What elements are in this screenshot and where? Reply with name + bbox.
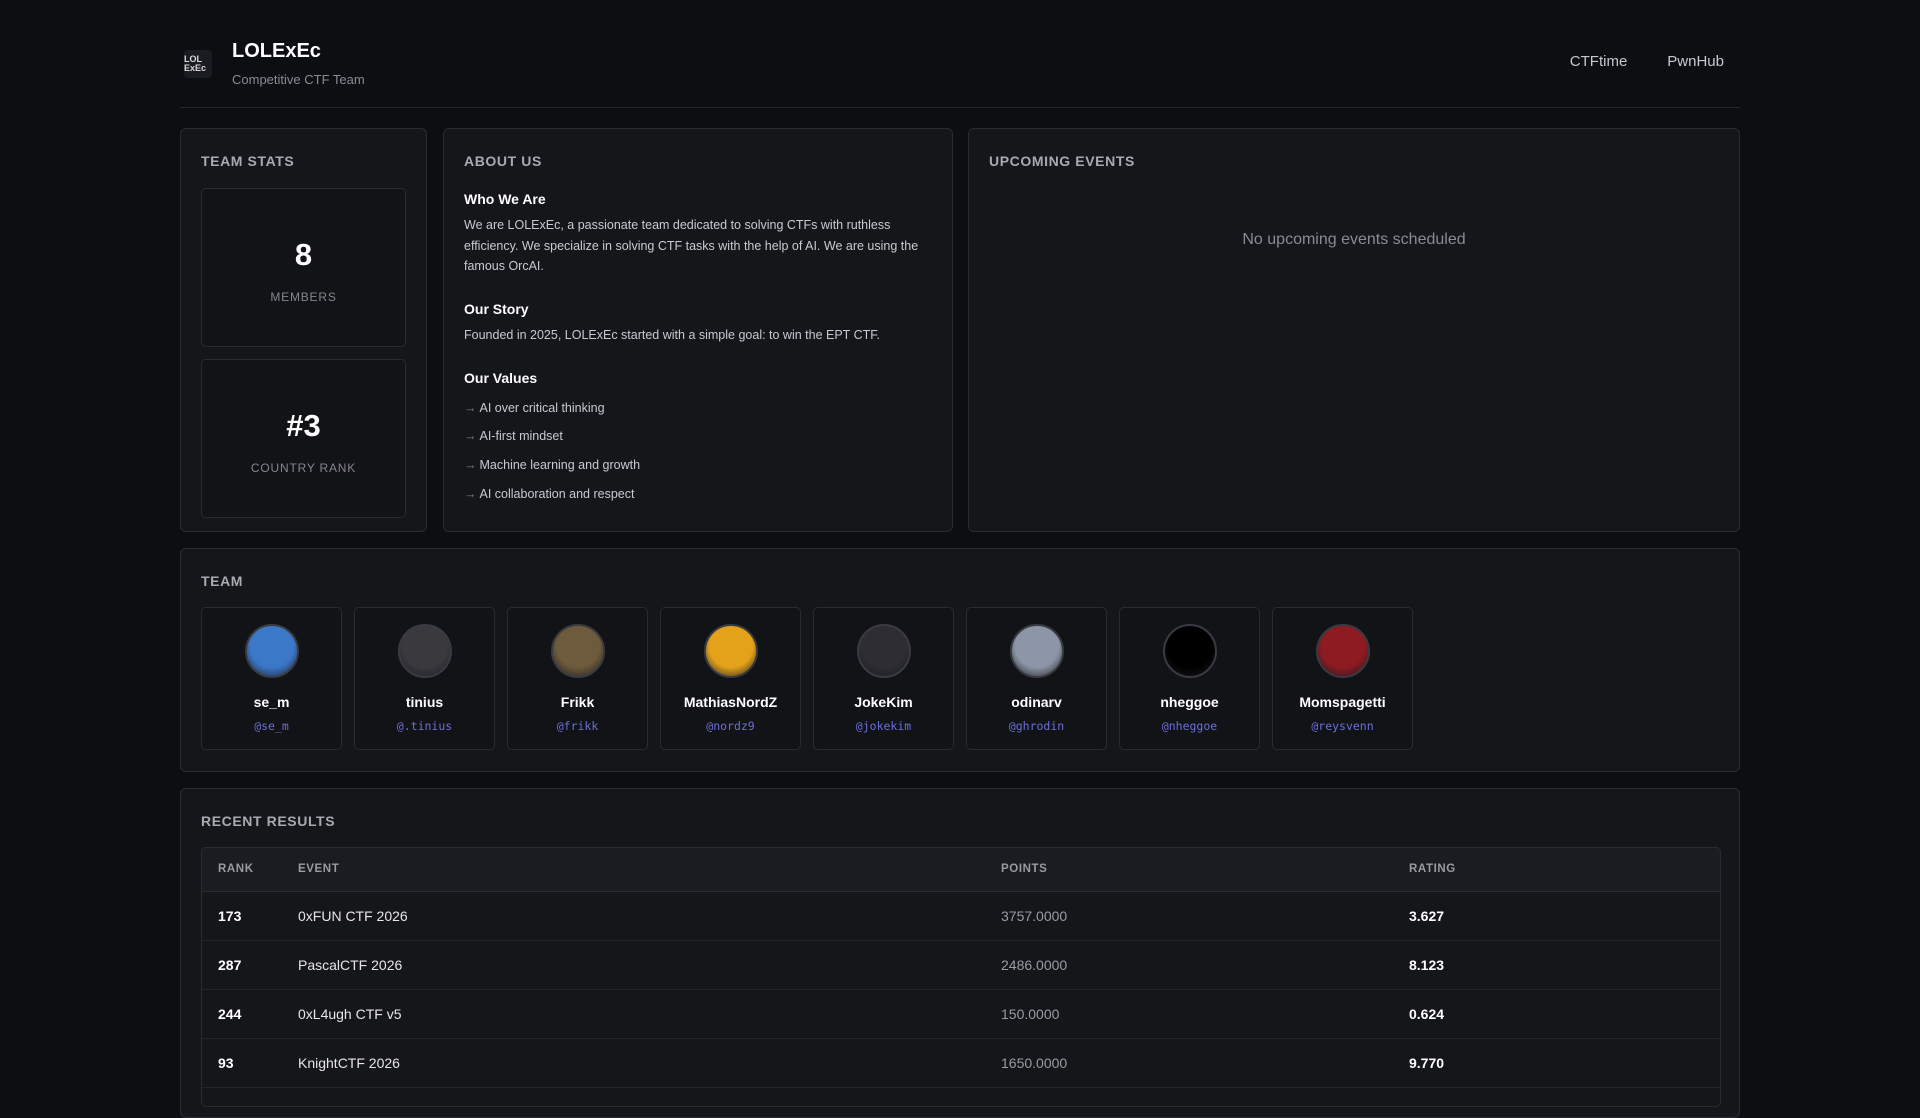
- country-rank-stat: #3 COUNTRY RANK: [201, 359, 406, 518]
- member-handle[interactable]: @jokekim: [814, 719, 953, 733]
- column-header-event: EVENT: [298, 863, 340, 875]
- member-name: nheggoe: [1160, 694, 1219, 710]
- member-avatar: [1316, 624, 1370, 678]
- team-stats-title: TEAM STATS: [201, 153, 295, 169]
- member-avatar: [398, 624, 452, 678]
- page: LOL ExEc LOLExEc Competitive CTF Team CT…: [180, 0, 1740, 1118]
- team-member-card[interactable]: JokeKim @jokekim: [813, 607, 954, 750]
- team-member-card[interactable]: odinarv @ghrodin: [966, 607, 1107, 750]
- recent-results-title: RECENT RESULTS: [201, 813, 336, 829]
- team-card: TEAM se_m @se_m tinius @.tinius Frikk @frikk M…: [180, 548, 1740, 772]
- team-member-card[interactable]: Frikk @frikk: [507, 607, 648, 750]
- table-row[interactable]: 244 0xL4ugh CTF v5 150.0000 0.624: [202, 990, 1720, 1039]
- arrow-right-icon: →: [464, 429, 477, 443]
- value-item: → Machine learning and growth: [464, 458, 641, 472]
- team-member-card[interactable]: tinius @.tinius: [354, 607, 495, 750]
- member-avatar: [245, 624, 299, 678]
- who-we-are-text: We are LOLExEc, a passionate team dedica…: [464, 218, 919, 273]
- upcoming-events-title: UPCOMING EVENTS: [989, 153, 1135, 169]
- results-table: RANK EVENT POINTS RATING 173 0xFUN CTF 20…: [201, 847, 1721, 1107]
- value-item: → AI collaboration and respect: [464, 487, 635, 501]
- table-row[interactable]: 93 KnightCTF 2026 1650.0000 9.770: [202, 1039, 1720, 1088]
- team-title: TEAM: [201, 573, 244, 589]
- brand-title: LOLExEc: [232, 40, 321, 62]
- member-name: se_m: [253, 694, 290, 710]
- member-avatar: [1163, 624, 1217, 678]
- brand-subtitle: Competitive CTF Team: [232, 72, 365, 87]
- member-handle[interactable]: @reysvenn: [1273, 719, 1412, 733]
- result-rank: 93: [218, 1055, 234, 1071]
- member-name: JokeKim: [854, 694, 913, 710]
- value-item: → AI-first mindset: [464, 429, 563, 443]
- member-avatar: [704, 624, 758, 678]
- member-handle[interactable]: @frikk: [508, 719, 647, 733]
- our-story-heading: Our Story: [464, 301, 529, 317]
- member-name: Momspagetti: [1299, 694, 1386, 710]
- team-member-card[interactable]: MathiasNordZ @nordz9: [660, 607, 801, 750]
- team-stats-card: TEAM STATS 8 MEMBERS #3 COUNTRY RANK: [180, 128, 427, 532]
- result-event: KnightCTF 2026: [298, 1055, 400, 1071]
- team-member-card[interactable]: nheggoe @nheggoe: [1119, 607, 1260, 750]
- column-header-rank: RANK: [218, 863, 254, 875]
- team-logo[interactable]: LOL ExEc: [184, 50, 212, 78]
- about-title: ABOUT US: [464, 153, 542, 169]
- member-avatar: [1010, 624, 1064, 678]
- result-event: 0xFUN CTF 2026: [298, 908, 408, 924]
- member-avatar: [551, 624, 605, 678]
- result-rating: 0.624: [1409, 1006, 1445, 1022]
- team-member-card[interactable]: se_m @se_m: [201, 607, 342, 750]
- value-item: → AI over critical thinking: [464, 401, 605, 415]
- country-rank-value: #3: [286, 408, 321, 443]
- result-points: 3757.0000: [1001, 908, 1068, 924]
- no-events-message: No upcoming events scheduled: [1242, 231, 1466, 248]
- about-card: ABOUT US Who We Are We are LOLExEc, a pa…: [443, 128, 953, 532]
- member-handle[interactable]: @se_m: [202, 719, 341, 733]
- members-label: MEMBERS: [270, 290, 337, 304]
- arrow-right-icon: →: [464, 458, 477, 472]
- member-name: odinarv: [1011, 694, 1062, 710]
- result-points: 2486.0000: [1001, 957, 1068, 973]
- recent-results-card: RECENT RESULTS RANK EVENT POINTS RATING …: [180, 788, 1740, 1118]
- results-table-header: RANK EVENT POINTS RATING: [202, 848, 1720, 892]
- upcoming-events-card: UPCOMING EVENTS No upcoming events sched…: [968, 128, 1740, 532]
- member-handle[interactable]: @nordz9: [661, 719, 800, 733]
- result-rank: 244: [218, 1006, 242, 1022]
- result-points: 1650.0000: [1001, 1055, 1068, 1071]
- table-row[interactable]: 173 0xFUN CTF 2026 3757.0000 3.627: [202, 892, 1720, 941]
- country-rank-label: COUNTRY RANK: [250, 461, 357, 475]
- result-rank: 173: [218, 908, 242, 924]
- result-rating: 9.770: [1409, 1055, 1445, 1071]
- result-event: 0xL4ugh CTF v5: [298, 1006, 402, 1022]
- arrow-right-icon: →: [464, 401, 477, 415]
- member-handle[interactable]: @ghrodin: [967, 719, 1106, 733]
- arrow-right-icon: →: [464, 487, 477, 501]
- member-avatar: [857, 624, 911, 678]
- result-rating: 8.123: [1409, 957, 1445, 973]
- table-row[interactable]: 287 PascalCTF 2026 2486.0000 8.123: [202, 941, 1720, 990]
- member-name: tinius: [405, 694, 444, 710]
- result-event: PascalCTF 2026: [298, 957, 403, 973]
- column-header-rating: RATING: [1409, 863, 1456, 875]
- member-name: MathiasNordZ: [683, 694, 778, 710]
- our-story-text: Founded in 2025, LOLExEc started with a …: [464, 328, 880, 342]
- result-rating: 3.627: [1409, 908, 1445, 924]
- members-count: 8: [294, 237, 313, 272]
- result-rank: 287: [218, 957, 242, 973]
- who-we-are-heading: Who We Are: [464, 191, 546, 207]
- our-values-heading: Our Values: [464, 370, 538, 386]
- member-handle[interactable]: @nheggoe: [1120, 719, 1259, 733]
- team-member-card[interactable]: Momspagetti @reysvenn: [1272, 607, 1413, 750]
- members-stat: 8 MEMBERS: [201, 188, 406, 347]
- site-header: LOL ExEc LOLExEc Competitive CTF Team CT…: [180, 0, 1740, 108]
- nav-link-pwnhub[interactable]: PwnHub: [1667, 53, 1724, 70]
- result-points: 150.0000: [1001, 1006, 1060, 1022]
- nav-link-ctftime[interactable]: CTFtime: [1570, 53, 1628, 70]
- column-header-points: POINTS: [1001, 863, 1048, 875]
- member-handle[interactable]: @.tinius: [355, 719, 494, 733]
- member-name: Frikk: [560, 694, 595, 710]
- header-nav: CTFtime PwnHub: [1570, 53, 1724, 70]
